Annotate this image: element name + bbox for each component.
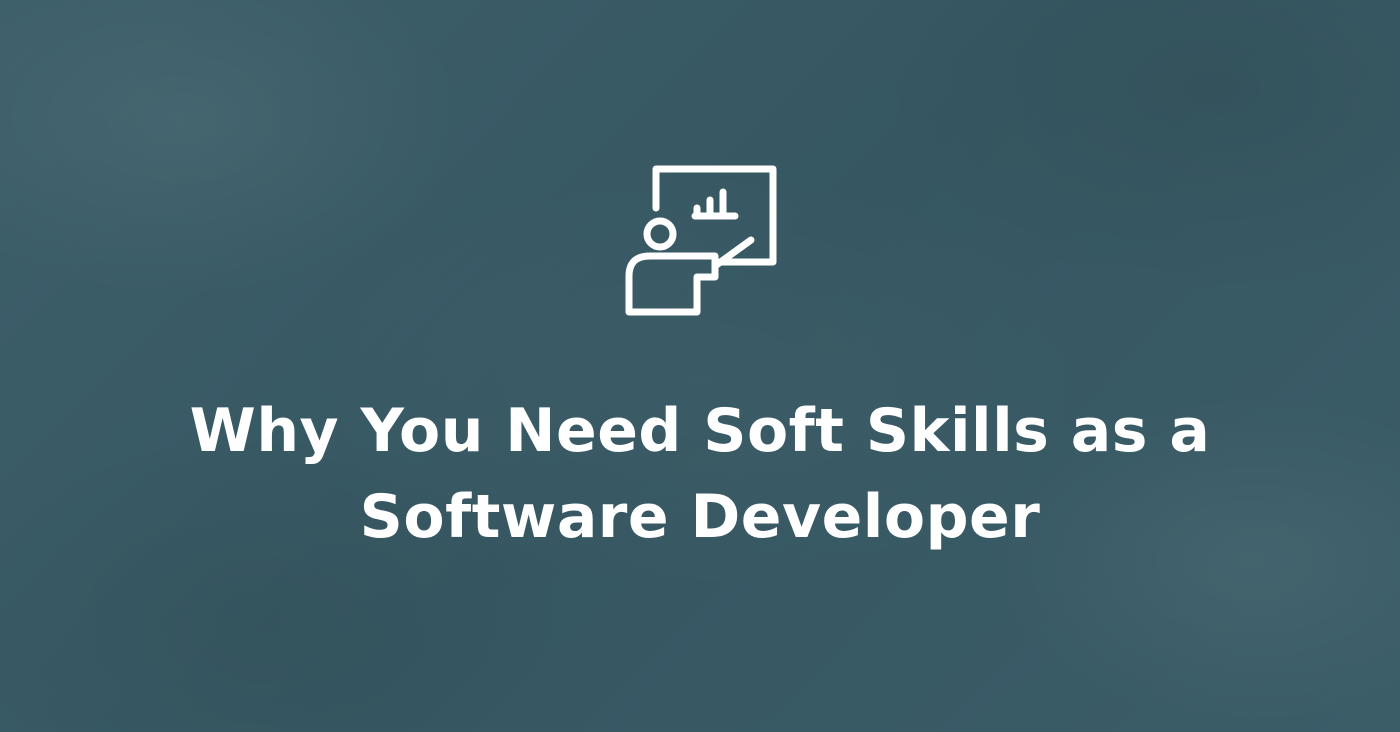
title-line-1: Why You Need Soft Skills as a bbox=[189, 396, 1211, 466]
title-line-2: Software Developer bbox=[359, 482, 1041, 552]
page-title: Why You Need Soft Skills as a Software D… bbox=[100, 388, 1300, 560]
article-banner: Why You Need Soft Skills as a Software D… bbox=[0, 0, 1400, 732]
presentation-board-icon bbox=[620, 160, 780, 320]
